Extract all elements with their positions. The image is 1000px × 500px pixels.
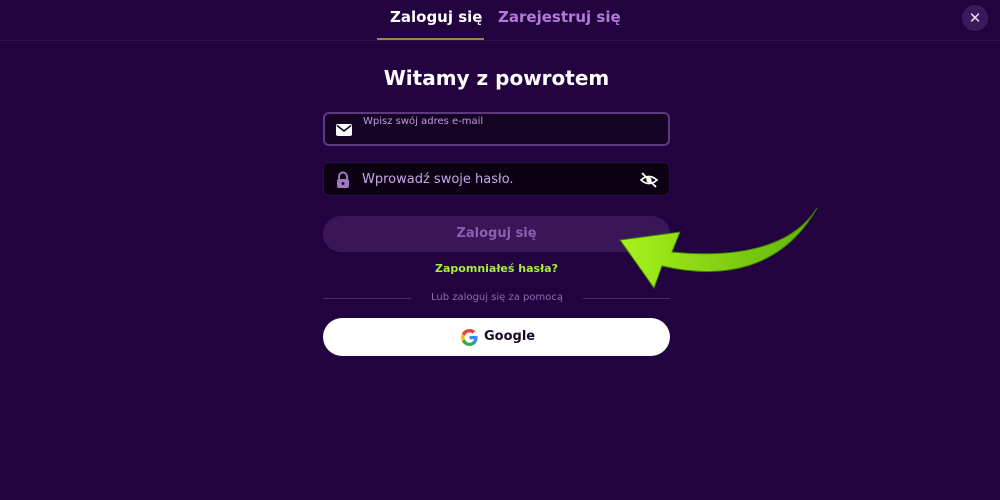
close-button[interactable]: ✕ <box>962 5 988 31</box>
google-login-button[interactable]: Google <box>323 318 670 356</box>
password-input[interactable] <box>362 163 627 195</box>
close-icon: ✕ <box>968 9 982 27</box>
password-field[interactable] <box>323 162 670 196</box>
tab-login[interactable]: Zaloguj się <box>390 8 482 26</box>
eye-off-icon[interactable] <box>639 170 659 190</box>
page-title: Witamy z powrotem <box>383 66 610 90</box>
email-field[interactable]: Wpisz swój adres e-mail <box>323 112 670 146</box>
divider-text: Lub zaloguj się za pomocą <box>430 292 563 303</box>
auth-tabs-bar: Zaloguj się Zarejestruj się <box>0 0 1000 41</box>
tab-register[interactable]: Zarejestruj się <box>498 8 621 26</box>
email-input[interactable] <box>363 126 653 144</box>
google-icon <box>461 329 478 346</box>
active-tab-indicator <box>377 38 484 40</box>
google-button-label: Google <box>484 329 536 344</box>
divider-line-left <box>323 298 411 299</box>
divider-line-right <box>583 298 670 299</box>
lock-icon <box>337 171 349 188</box>
forgot-password-link[interactable]: Zapomniałeś hasła? <box>323 262 670 275</box>
login-button[interactable]: Zaloguj się <box>323 216 670 252</box>
mail-icon <box>336 124 352 136</box>
